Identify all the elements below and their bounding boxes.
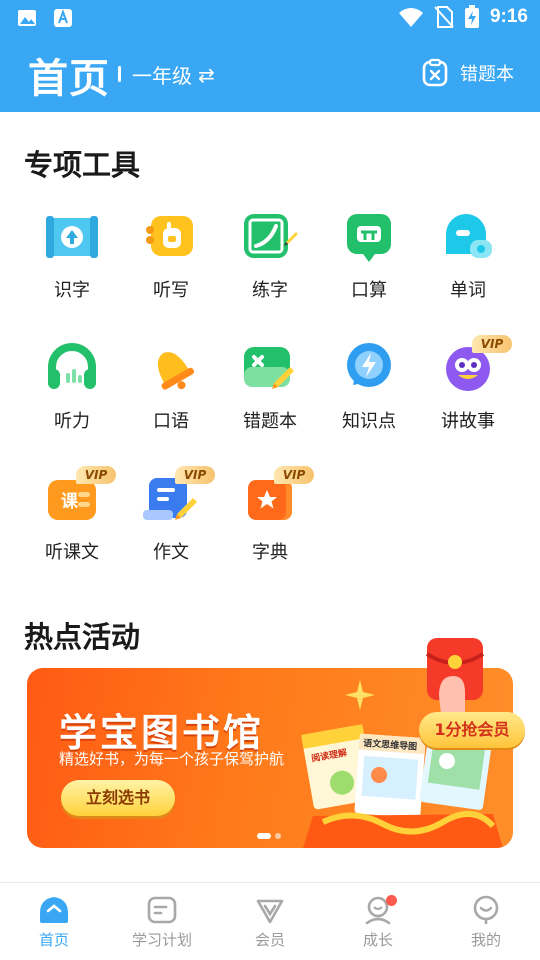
bell-icon <box>157 352 194 390</box>
tool-dictation[interactable]: 听写 <box>123 208 219 302</box>
profile-icon <box>473 895 499 924</box>
wifi-icon <box>398 8 423 27</box>
mistake-book-icon <box>244 347 294 389</box>
tool-label: 口算 <box>351 280 387 301</box>
study-plan-icon <box>147 896 177 924</box>
tool-label: 练字 <box>252 280 288 301</box>
tool-label: 单词 <box>450 280 486 301</box>
gallery-icon <box>18 10 36 26</box>
literacy-icon <box>46 216 98 258</box>
tool-mental-math[interactable]: 口算 <box>321 208 417 302</box>
choose-book-button[interactable]: 立刻选书 <box>61 780 175 816</box>
nav-label: 会员 <box>254 931 285 949</box>
handwriting-icon <box>244 214 298 258</box>
tool-label: 作文 <box>153 542 189 563</box>
tool-oral[interactable]: 口语 <box>123 339 219 433</box>
page-title: 首页 <box>28 56 110 102</box>
clock: 9:16 <box>489 6 528 27</box>
tool-literacy[interactable]: 识字 <box>24 208 120 302</box>
lightning-icon <box>347 343 391 387</box>
vip-badge: VIP <box>472 335 512 353</box>
app-header: 首页 一年级 ⇄ 错题本 <box>0 36 540 112</box>
nav-label: 成长 <box>362 931 393 949</box>
tool-label: 知识点 <box>342 411 396 432</box>
bottom-nav: 首页 学习计划 会员 成长 我的 <box>0 882 540 960</box>
library-banner[interactable]: 阅读理解 语文思维导图 学宝图书馆 精选好书，为每一个孩子保驾护航 立刻选书 1… <box>27 638 525 848</box>
tool-label: 听写 <box>153 280 189 301</box>
tool-label: 字典 <box>252 542 288 563</box>
vip-badge: VIP <box>76 466 116 484</box>
words-icon <box>446 214 492 258</box>
swap-icon: ⇄ <box>198 62 215 87</box>
tool-lesson[interactable]: 课 VIP 听课文 <box>24 466 120 564</box>
vip-badge: VIP <box>274 466 314 484</box>
tools-section-title: 专项工具 <box>24 148 141 182</box>
clipboard-x-icon <box>422 58 448 87</box>
nav-vip[interactable]: 会员 <box>216 883 324 960</box>
tool-essay[interactable]: VIP 作文 <box>123 466 219 564</box>
mistake-book-label: 错题本 <box>460 64 514 85</box>
activities-section-title: 热点活动 <box>24 620 141 654</box>
tool-label: 听力 <box>54 411 90 432</box>
tool-label: 口语 <box>153 411 189 432</box>
red-envelope-icon <box>425 638 485 714</box>
tool-label: 听课文 <box>45 542 99 563</box>
grade-selector[interactable]: 一年级 ⇄ <box>132 60 215 89</box>
mistake-book-button[interactable]: 错题本 <box>420 58 514 88</box>
carousel-indicator <box>257 833 281 839</box>
tool-label: 识字 <box>54 280 90 301</box>
notification-dot <box>386 895 397 906</box>
banner-subtitle: 精选好书，为每一个孩子保驾护航 <box>59 750 285 768</box>
status-bar: 9:16 <box>0 0 540 36</box>
nav-label: 学习计划 <box>131 931 192 949</box>
tool-story[interactable]: VIP 讲故事 <box>420 335 516 433</box>
tool-dictionary[interactable]: VIP 字典 <box>222 466 318 564</box>
vip-icon <box>256 899 284 924</box>
grade-label: 一年级 <box>132 64 192 88</box>
vip-badge: VIP <box>175 466 215 484</box>
lesson-icon-text: 课 <box>61 492 79 512</box>
nav-profile[interactable]: 我的 <box>432 883 540 960</box>
nav-home[interactable]: 首页 <box>0 883 108 960</box>
nav-growth[interactable]: 成长 <box>324 883 432 960</box>
nav-label: 首页 <box>38 931 69 949</box>
tool-handwriting[interactable]: 练字 <box>222 208 318 302</box>
no-sim-icon <box>434 6 454 28</box>
text-app-icon <box>54 9 72 27</box>
nav-label: 我的 <box>470 931 501 949</box>
home-icon <box>40 897 68 923</box>
tool-listening[interactable]: 听力 <box>24 339 120 433</box>
tool-label: 错题本 <box>243 411 297 432</box>
tool-knowledge[interactable]: 知识点 <box>321 339 417 433</box>
carousel-dot <box>275 833 281 839</box>
battery-charging-icon <box>464 5 479 28</box>
tool-label: 讲故事 <box>441 411 495 432</box>
headphones-icon <box>48 343 96 389</box>
mental-math-icon <box>347 214 391 262</box>
nav-study-plan[interactable]: 学习计划 <box>108 883 216 960</box>
header-divider <box>118 66 121 82</box>
dictation-icon <box>146 216 193 256</box>
carousel-dot-active <box>257 833 271 839</box>
tool-words[interactable]: 单词 <box>420 208 516 302</box>
vip-promo-badge: 1分抢会员 <box>419 712 525 748</box>
tool-mistake-book[interactable]: 错题本 <box>222 339 318 433</box>
